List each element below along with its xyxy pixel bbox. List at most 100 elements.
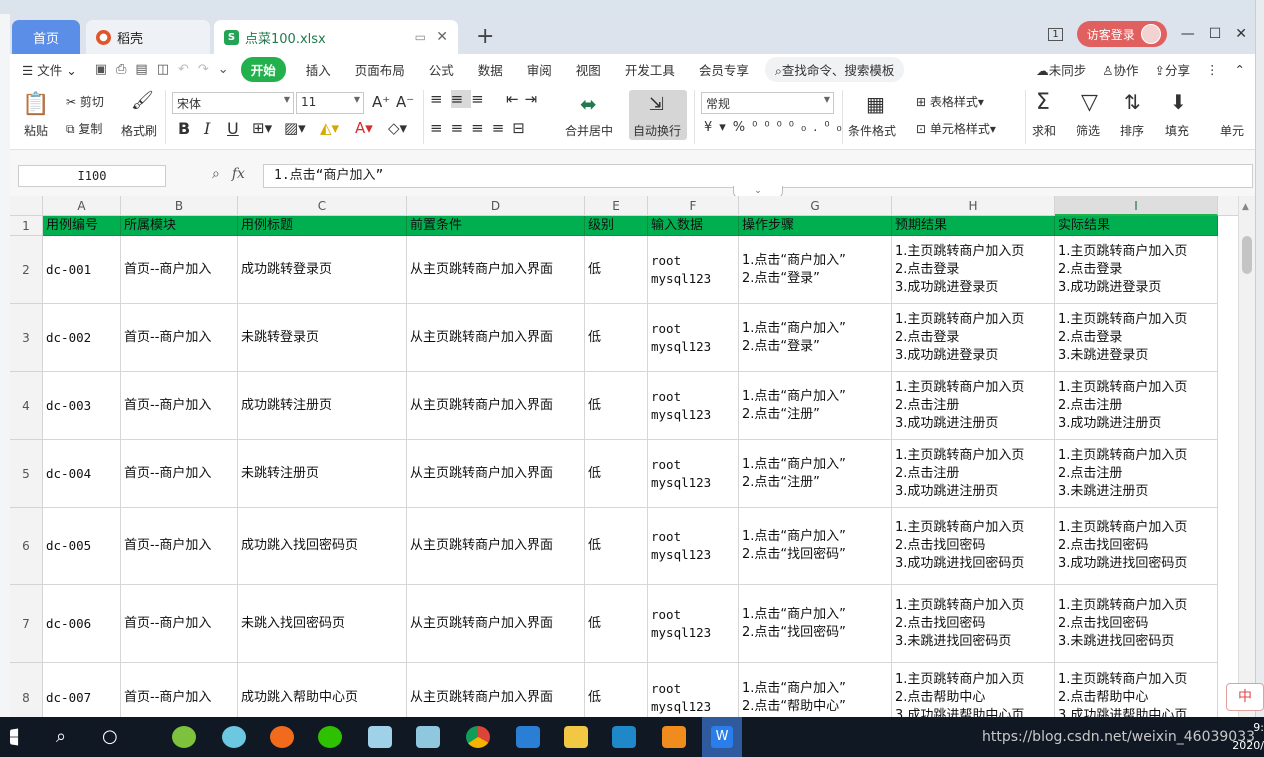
monitor-icon[interactable] <box>516 726 540 748</box>
sheet-grid[interactable]: ABCDEFGHI 1 用例编号 所属模块 用例标题 前置条件 级别 输入数据 操作步骤 预期结… <box>10 196 1238 717</box>
app-icon-blue[interactable] <box>612 726 636 748</box>
tab-page-layout[interactable]: 页面布局 <box>343 60 417 79</box>
number-format-icons[interactable]: ¥▾%⁰⁰⁰⁰₀.⁰₀ <box>704 120 849 135</box>
chrome-icon[interactable] <box>466 726 490 748</box>
table-cell[interactable]: root mysql123 <box>648 440 739 508</box>
table-cell[interactable]: 1.主页跳转商户加入页 2.点击登录 3.成功跳进登录页 <box>1055 236 1218 304</box>
sync-button[interactable]: ☁未同步 <box>1036 60 1086 79</box>
vertical-align-icons[interactable]: ≡≡≡ <box>430 90 492 108</box>
sum-button[interactable]: 求和 <box>1032 122 1056 139</box>
increase-font-icon[interactable]: A⁺ <box>372 93 390 111</box>
table-cell[interactable]: dc-003 <box>43 372 121 440</box>
vertical-scrollbar[interactable]: ▲ <box>1238 196 1255 717</box>
paste-button[interactable]: 粘贴 <box>24 122 48 139</box>
close-tab-icon[interactable]: ✕ <box>436 29 448 45</box>
format-painter-icon[interactable]: 🖌 <box>131 90 154 111</box>
app-icon-orange[interactable] <box>270 726 294 748</box>
table-cell[interactable]: 从主页跳转商户加入界面 <box>407 585 585 663</box>
row-header[interactable]: 8 <box>10 663 43 717</box>
border-icon[interactable]: ⊞▾ <box>252 119 272 137</box>
table-cell[interactable]: 低 <box>585 304 648 372</box>
table-cell[interactable]: 未跳转登录页 <box>238 304 407 372</box>
table-cell[interactable]: 从主页跳转商户加入界面 <box>407 236 585 304</box>
table-cell[interactable]: 1.主页跳转商户加入页 2.点击登录 3.成功跳进登录页 <box>892 304 1055 372</box>
header-cell[interactable]: 操作步骤 <box>739 216 892 236</box>
collapse-ribbon-icon[interactable]: ⌃ <box>1235 62 1245 77</box>
redo-icon[interactable]: ↷ <box>198 62 209 77</box>
table-cell[interactable]: 低 <box>585 440 648 508</box>
header-cell[interactable]: 预期结果 <box>892 216 1055 236</box>
table-style-button[interactable]: ⊞ 表格样式▾ <box>916 93 984 110</box>
header-cell[interactable]: 实际结果 <box>1055 216 1218 236</box>
table-cell[interactable]: dc-006 <box>43 585 121 663</box>
app-icon-flower[interactable] <box>222 726 246 748</box>
table-cell[interactable]: 成功跳入帮助中心页 <box>238 663 407 717</box>
table-cell[interactable]: 从主页跳转商户加入界面 <box>407 304 585 372</box>
search-icon[interactable]: ⌕ <box>56 726 80 748</box>
table-cell[interactable]: 首页--商户加入 <box>121 304 238 372</box>
folder-icon[interactable] <box>564 726 588 748</box>
header-cell[interactable]: 所属模块 <box>121 216 238 236</box>
app-icon-green[interactable] <box>172 726 196 748</box>
page-count-badge[interactable]: 1 <box>1048 27 1063 41</box>
underline-icon[interactable]: U <box>227 119 239 138</box>
close-window-icon[interactable]: ✕ <box>1235 26 1247 42</box>
tab-home[interactable]: 首页 <box>12 20 80 54</box>
table-cell[interactable]: 低 <box>585 585 648 663</box>
tab-developer[interactable]: 开发工具 <box>613 60 687 79</box>
format-painter-button[interactable]: 格式刷 <box>121 122 157 139</box>
table-cell[interactable]: 1.点击“商户加入” 2.点击“登录” <box>739 236 892 304</box>
table-cell[interactable]: 1.点击“商户加入” 2.点击“找回密码” <box>739 508 892 585</box>
table-cell[interactable]: 从主页跳转商户加入界面 <box>407 440 585 508</box>
windows-start-icon[interactable] <box>10 728 19 746</box>
column-header-i[interactable]: I <box>1055 196 1218 216</box>
task-view-icon[interactable]: ○ <box>102 726 126 748</box>
table-cell[interactable]: root mysql123 <box>648 663 739 717</box>
table-cell[interactable]: 低 <box>585 372 648 440</box>
tab-data[interactable]: 数据 <box>466 60 515 79</box>
table-cell[interactable]: 1.点击“商户加入” 2.点击“找回密码” <box>739 585 892 663</box>
name-box[interactable]: I100 <box>18 165 166 187</box>
table-cell[interactable]: 从主页跳转商户加入界面 <box>407 372 585 440</box>
app-icon-orange-2[interactable] <box>662 726 686 748</box>
fill-button[interactable]: 填充 <box>1165 122 1189 139</box>
table-cell[interactable]: 1.主页跳转商户加入页 2.点击找回密码 3.未跳进找回密码页 <box>892 585 1055 663</box>
row-header[interactable]: 6 <box>10 508 43 585</box>
table-cell[interactable]: 未跳转注册页 <box>238 440 407 508</box>
table-cell[interactable]: 低 <box>585 663 648 717</box>
table-cell[interactable]: root mysql123 <box>648 304 739 372</box>
table-cell[interactable]: 1.主页跳转商户加入页 2.点击帮助中心 3.成功跳进帮助中心页 <box>1055 663 1218 717</box>
table-cell[interactable]: 首页--商户加入 <box>121 663 238 717</box>
table-cell[interactable]: 首页--商户加入 <box>121 372 238 440</box>
column-header-h[interactable]: H <box>892 196 1055 216</box>
table-cell[interactable]: 1.点击“商户加入” 2.点击“登录” <box>739 304 892 372</box>
column-header-f[interactable]: F <box>648 196 739 216</box>
undo-icon[interactable]: ↶ <box>178 62 189 77</box>
cell-style-button[interactable]: ⊡ 单元格样式▾ <box>916 120 996 137</box>
table-cell[interactable]: 1.点击“商户加入” 2.点击“帮助中心” <box>739 663 892 717</box>
system-clock[interactable]: 9: 2020/ <box>1232 719 1264 755</box>
sum-icon[interactable]: Σ <box>1036 90 1050 115</box>
italic-icon[interactable]: I <box>204 119 210 138</box>
header-cell[interactable]: 用例编号 <box>43 216 121 236</box>
table-cell[interactable]: dc-007 <box>43 663 121 717</box>
quick-access-icons[interactable]: ▣ ⎙ ▤ ◫ ↶ ↷ ⌄ <box>89 62 235 77</box>
maximize-icon[interactable]: ☐ <box>1209 26 1222 42</box>
new-tab-icon[interactable]: + <box>476 24 494 49</box>
column-header-b[interactable]: B <box>121 196 238 216</box>
tab-daoke[interactable]: ● 稻壳 <box>86 20 210 54</box>
app-icon-glass[interactable] <box>368 726 392 748</box>
table-cell[interactable]: 1.主页跳转商户加入页 2.点击注册 3.成功跳进注册页 <box>1055 372 1218 440</box>
table-cell[interactable]: 从主页跳转商户加入界面 <box>407 508 585 585</box>
preview-icon[interactable]: ◫ <box>157 62 169 77</box>
decrease-font-icon[interactable]: A⁻ <box>396 93 414 111</box>
row-header[interactable]: 5 <box>10 440 43 508</box>
table-cell[interactable]: 成功跳转登录页 <box>238 236 407 304</box>
tab-file[interactable]: S 点菜100.xlsx ▭ ✕ <box>214 20 458 54</box>
row-header[interactable]: 3 <box>10 304 43 372</box>
tab-review[interactable]: 审阅 <box>515 60 564 79</box>
column-header-a[interactable]: A <box>43 196 121 216</box>
cell-fill-icon[interactable]: ▨▾ <box>284 119 306 137</box>
table-cell[interactable]: 1.主页跳转商户加入页 2.点击注册 3.成功跳进注册页 <box>892 440 1055 508</box>
zoom-icon[interactable]: ⌕ <box>212 166 220 182</box>
